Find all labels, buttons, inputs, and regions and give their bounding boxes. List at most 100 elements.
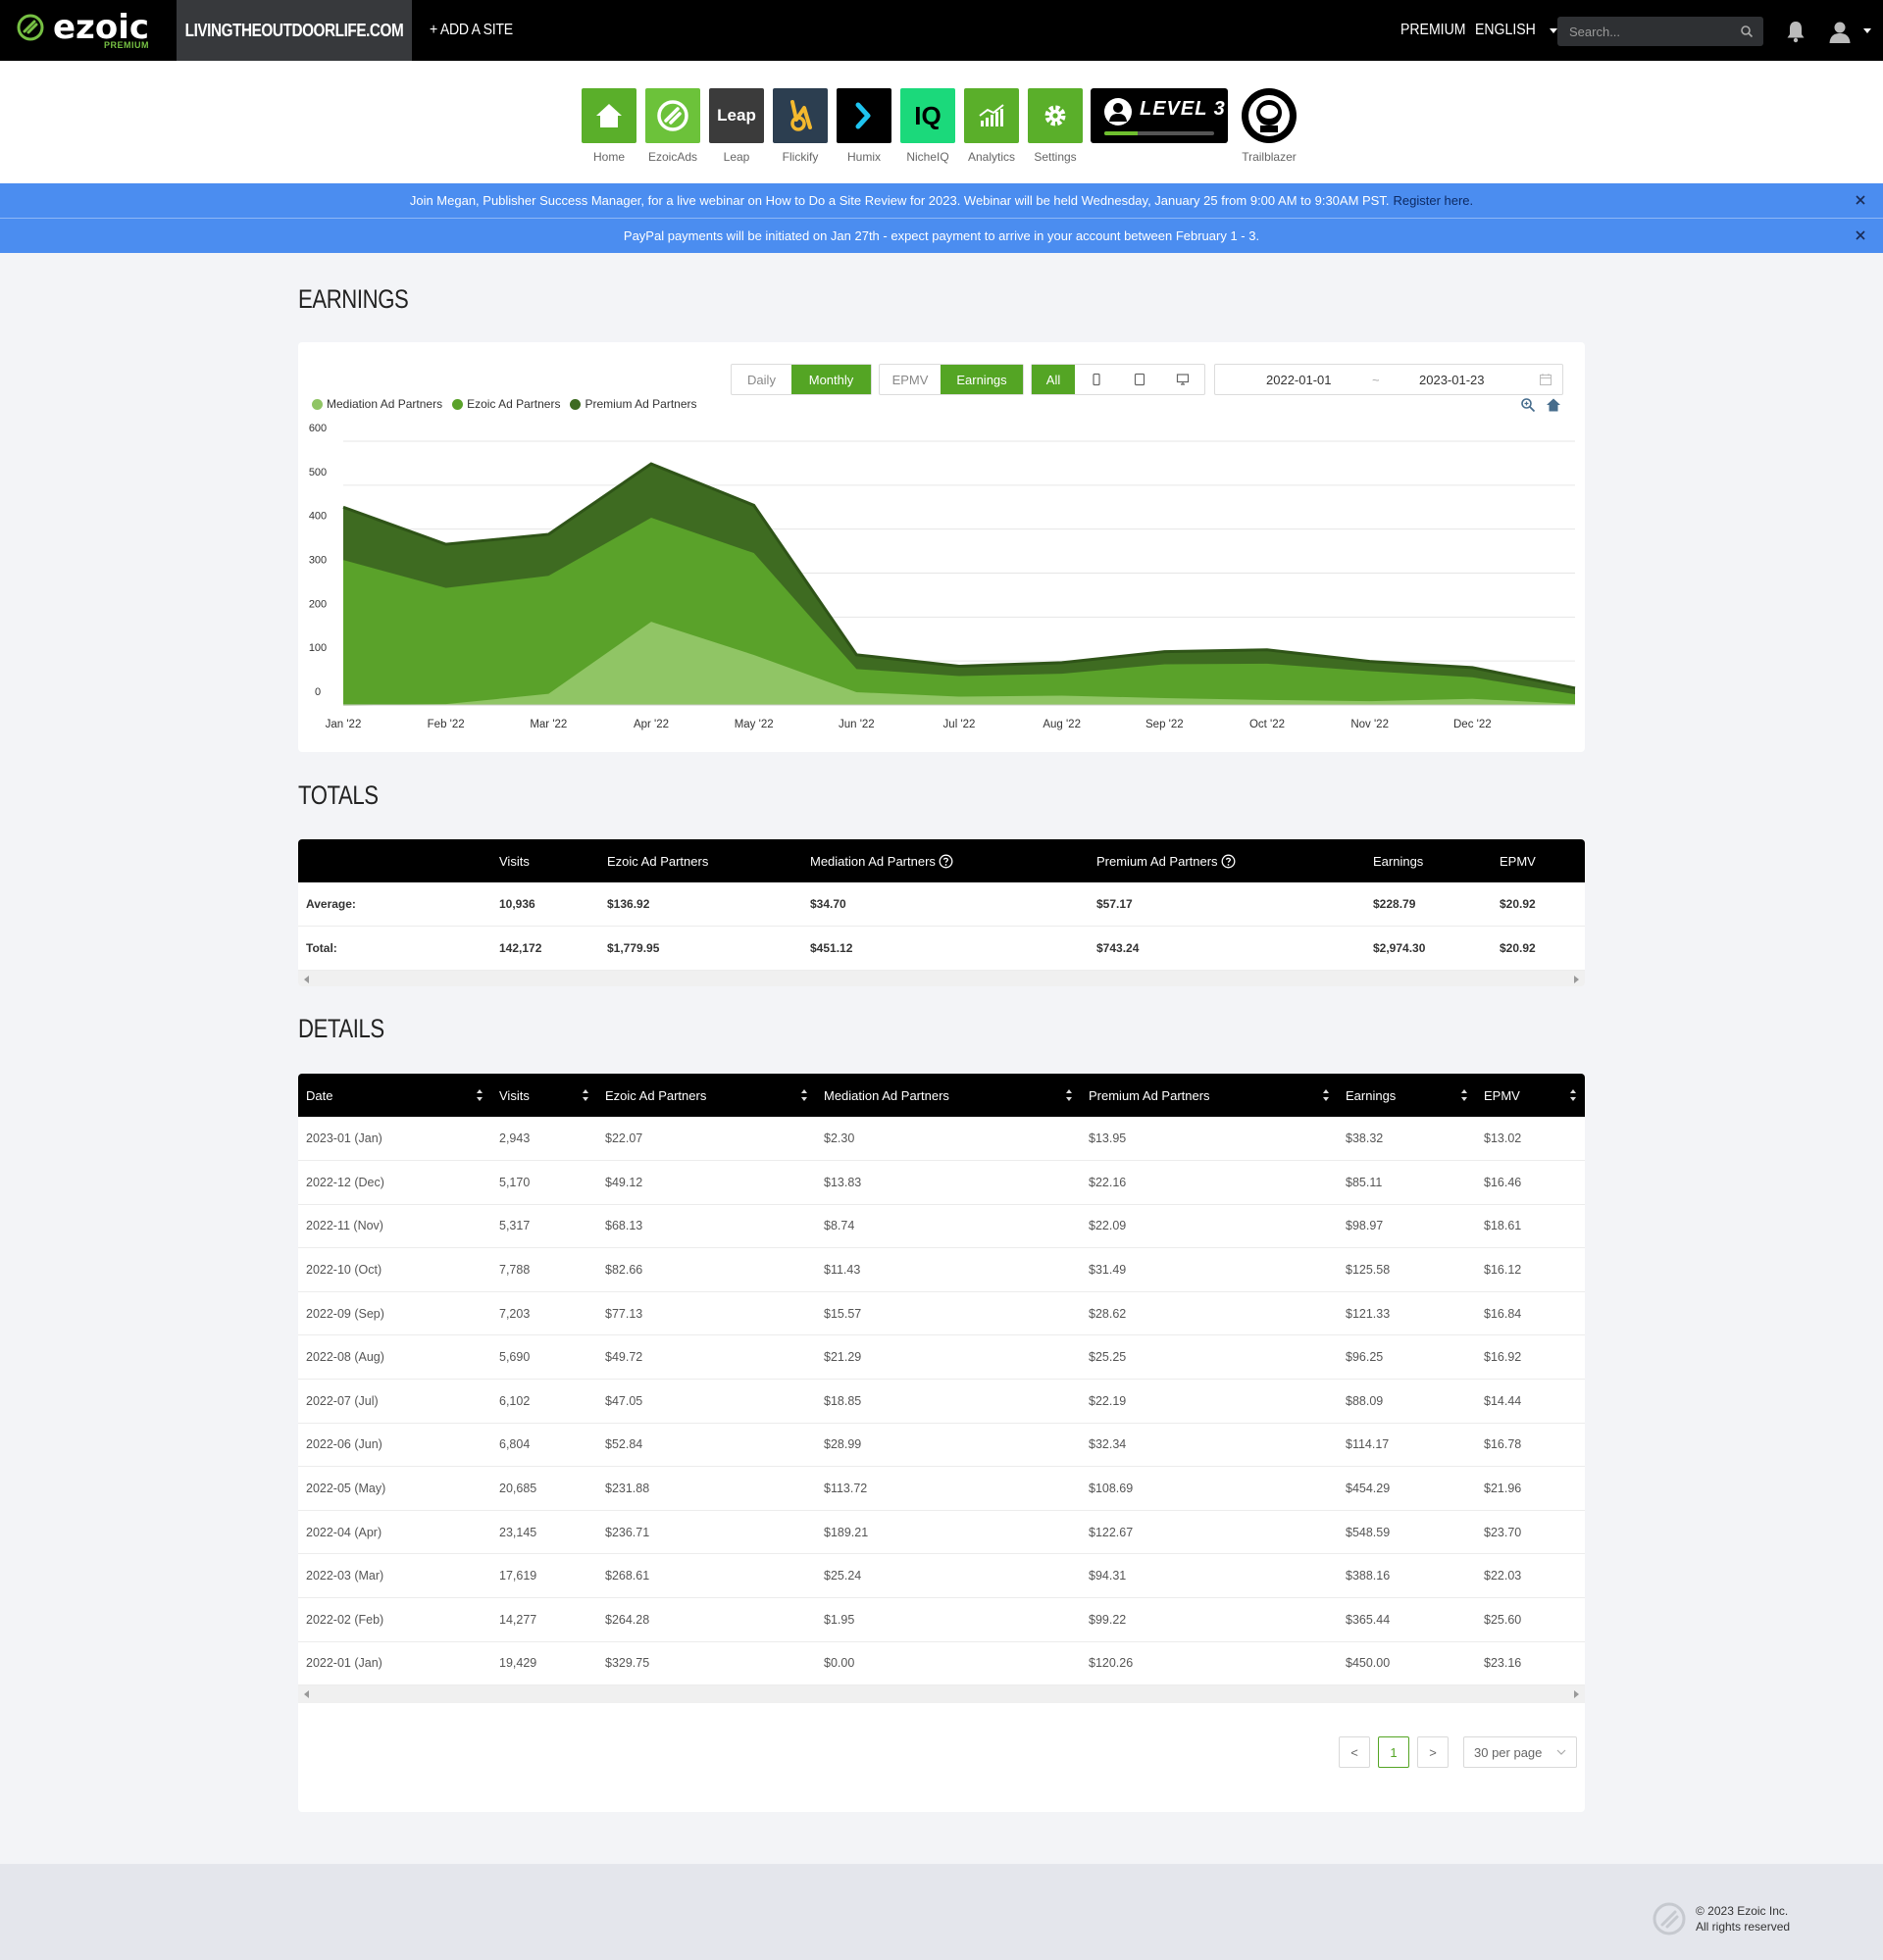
next-page-button[interactable]: > [1417,1736,1449,1769]
search-input[interactable] [1557,17,1734,46]
table-cell: $450.00 [1338,1641,1476,1686]
totals-col-visits: Visits [491,839,599,882]
table-cell: $120.26 [1081,1641,1338,1686]
table-row: 2022-07 (Jul) 6,102 $47.05 $18.85 $22.19 $88.… [298,1379,1585,1424]
banner-text: Join Megan, Publisher Success Manager, f… [409,193,1390,208]
scroll-left-icon[interactable] [304,1690,309,1699]
desktop-icon [1176,374,1190,385]
legend-item[interactable]: Premium Ad Partners [570,397,697,411]
page-1-button[interactable]: 1 [1378,1736,1409,1769]
close-icon[interactable] [1854,193,1867,207]
scroll-right-icon[interactable] [1574,1690,1579,1699]
help-icon[interactable] [1221,854,1236,869]
details-col-header[interactable]: Ezoic Ad Partners [597,1074,816,1117]
all-devices-button[interactable]: All [1032,365,1075,394]
totals-cell: $451.12 [802,926,1089,971]
details-horizontal-scrollbar[interactable] [298,1685,1585,1704]
legend-label: Mediation Ad Partners [327,397,443,411]
app-bar: Home EzoicAds Leap Leap Flickify Humix I… [0,61,1883,183]
totals-col-premium: Premium Ad Partners [1089,839,1365,882]
details-col-label: Ezoic Ad Partners [605,1087,707,1103]
epmv-button[interactable]: EPMV [880,365,941,394]
details-col-header[interactable]: Premium Ad Partners [1081,1074,1338,1117]
table-row: 2022-11 (Nov) 5,317 $68.13 $8.74 $22.09 $98.9… [298,1204,1585,1249]
bell-icon[interactable] [1785,20,1807,43]
site-selector[interactable]: LIVINGTHEOUTDOORLIFE.COM [177,0,412,61]
scroll-right-icon[interactable] [1574,975,1579,983]
sort-icon[interactable] [1569,1087,1577,1103]
monthly-button[interactable]: Monthly [791,365,871,394]
sort-icon[interactable] [1065,1087,1073,1103]
register-link[interactable]: Register here. [1393,193,1473,208]
details-body: 2023-01 (Jan) 2,943 $22.07 $2.30 $13.95 $38.3… [298,1117,1585,1686]
daily-button[interactable]: Daily [732,365,791,394]
mobile-button[interactable] [1075,365,1118,394]
earnings-chart-card: 0 100 200 300 400 500 600 Jan '22 Feb '22 Mar '22… [298,342,1585,752]
table-cell: $25.24 [816,1553,1081,1599]
table-cell: 2022-07 (Jul) [298,1379,491,1424]
x-tick-label: Apr '22 [634,719,669,730]
add-site-link[interactable]: + ADD A SITE [430,0,524,61]
details-col-label: EPMV [1484,1087,1520,1103]
table-cell: $47.05 [597,1379,816,1424]
premium-link[interactable]: PREMIUM [1400,0,1475,61]
x-tick-label: Oct '22 [1249,719,1285,730]
table-cell: $96.25 [1338,1334,1476,1381]
premium-label: PREMIUM [1400,22,1466,38]
details-col-header[interactable]: EPMV [1476,1074,1585,1117]
totals-horizontal-scrollbar[interactable] [298,970,1585,986]
app-settings[interactable]: Settings [1028,88,1083,164]
details-col-header[interactable]: Date [298,1074,491,1117]
totals-cell: $1,779.95 [599,926,802,971]
table-cell: $25.60 [1476,1597,1585,1642]
search-icon[interactable] [1740,25,1754,38]
sort-icon[interactable] [1460,1087,1468,1103]
sort-icon[interactable] [476,1087,483,1103]
sort-icon[interactable] [582,1087,589,1103]
ezoic-logo[interactable]: ezoic PREMIUM [16,10,153,53]
zoom-icon[interactable] [1520,397,1536,413]
search-box [1557,17,1763,46]
table-cell: $21.29 [816,1334,1081,1381]
y-tick-label: 200 [309,598,327,610]
details-col-header[interactable]: Visits [491,1074,597,1117]
close-icon[interactable] [1854,228,1867,242]
user-menu-chevron-icon[interactable] [1863,28,1871,33]
date-range-picker[interactable]: 2022-01-01 ~ 2023-01-23 [1214,364,1563,395]
prev-page-button[interactable]: < [1339,1736,1370,1769]
table-row: 2023-01 (Jan) 2,943 $22.07 $2.30 $13.95 $38.3… [298,1117,1585,1162]
language-dropdown[interactable]: ENGLISH [1475,0,1558,61]
details-col-header[interactable]: Mediation Ad Partners [816,1074,1081,1117]
earnings-button[interactable]: Earnings [941,365,1023,394]
legend-item[interactable]: Ezoic Ad Partners [452,397,560,411]
table-cell: 2022-03 (Mar) [298,1553,491,1599]
table-cell: $52.84 [597,1423,816,1468]
reset-zoom-home-icon[interactable] [1546,397,1561,413]
level-progress-fill [1104,131,1138,135]
sort-icon[interactable] [800,1087,808,1103]
x-tick-label: Aug '22 [1043,719,1081,730]
scroll-left-icon[interactable] [304,975,309,983]
totals-cell: $136.92 [599,882,802,928]
table-cell: $23.16 [1476,1641,1585,1686]
table-cell: 2022-01 (Jan) [298,1641,491,1686]
date-separator: ~ [1372,373,1380,387]
webinar-banner: Join Megan, Publisher Success Manager, f… [0,183,1883,218]
y-tick-label: 400 [309,511,327,523]
logo-badge: PREMIUM [104,40,149,50]
app-trailblazer[interactable]: Trailblazer [1240,88,1298,164]
metric-toggle: EPMV Earnings [879,364,1024,395]
date-from[interactable]: 2022-01-01 [1266,373,1332,387]
per-page-select[interactable]: 30 per page [1463,1736,1577,1769]
legend-item[interactable]: Mediation Ad Partners [312,397,442,411]
date-to[interactable]: 2023-01-23 [1419,373,1485,387]
flickify-icon [790,100,812,131]
tablet-button[interactable] [1118,365,1161,394]
help-icon[interactable] [939,854,953,869]
table-row: 2022-01 (Jan) 19,429 $329.75 $0.00 $120.26 $4… [298,1641,1585,1686]
level-badge[interactable]: LEVEL 3 [1091,88,1228,143]
sort-icon[interactable] [1322,1087,1330,1103]
desktop-button[interactable] [1161,365,1204,394]
user-avatar-icon[interactable] [1828,20,1852,43]
details-col-header[interactable]: Earnings [1338,1074,1476,1117]
